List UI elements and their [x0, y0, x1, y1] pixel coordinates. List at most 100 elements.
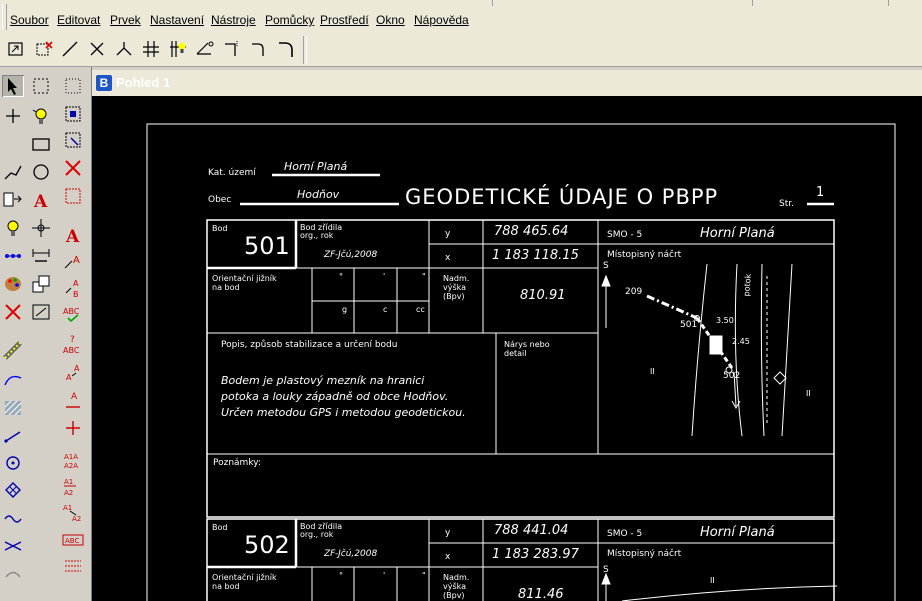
place-cell-icon[interactable]	[2, 188, 24, 210]
sketch-label: 502	[723, 371, 741, 381]
text-change-icon[interactable]: AA	[62, 361, 84, 383]
menu-bar: Soubor Editovat Prvek Nastavení Nástroje…	[0, 0, 922, 35]
menu-pomucky[interactable]: Pomůcky	[265, 13, 314, 27]
ruler-icon[interactable]	[2, 340, 24, 362]
text-step-icon[interactable]: AB	[62, 277, 84, 299]
text-underline-icon[interactable]: A1 A2	[62, 475, 84, 497]
menu-grip[interactable]	[2, 4, 7, 30]
menu-prostredi[interactable]: Prostředí	[320, 13, 369, 27]
palette-icon[interactable]	[2, 273, 24, 295]
delete-fence-icon[interactable]	[33, 38, 55, 60]
fence-dashed-icon[interactable]	[62, 185, 84, 207]
dotted-box-icon[interactable]	[62, 75, 84, 97]
angle-icon[interactable]	[194, 38, 216, 60]
svg-text:A: A	[33, 192, 48, 211]
delete-icon[interactable]	[2, 301, 24, 323]
menu-nastaveni[interactable]: Nastavení	[150, 13, 204, 27]
nakres-label: Nárys nebo	[504, 340, 550, 349]
target-icon[interactable]	[30, 217, 52, 239]
fence-delete-icon[interactable]	[62, 157, 84, 179]
tool-palette-text: A A AB ABC ? ABC AA A A1A A2A A1 A2 A1 A2 AB…	[56, 67, 92, 601]
measure-icon[interactable]	[30, 301, 52, 323]
north-label: S	[603, 565, 609, 575]
parallel-lines-icon[interactable]	[140, 38, 162, 60]
cross-icon[interactable]	[86, 38, 108, 60]
rounded-corner-icon[interactable]	[275, 38, 297, 60]
intersect-icon[interactable]	[2, 535, 24, 557]
line-segment-icon[interactable]	[2, 425, 24, 447]
light-bulb-icon[interactable]	[30, 105, 52, 127]
text-icon[interactable]: A	[62, 224, 84, 246]
min-symbol: '	[383, 571, 386, 580]
svg-text:A1: A1	[63, 504, 72, 512]
sketch-label: II	[710, 576, 715, 585]
fence-select-icon[interactable]	[62, 103, 84, 125]
edit-text-icon[interactable]: A	[62, 251, 84, 273]
sketch-label: 209	[625, 287, 643, 297]
text-query-icon[interactable]: ? ABC	[62, 333, 84, 355]
orient-label-2: na bod	[212, 283, 240, 292]
menu-soubor[interactable]: Soubor	[10, 13, 49, 27]
diamond-icon[interactable]	[2, 479, 24, 501]
arc-icon[interactable]	[2, 563, 24, 585]
copy-icon[interactable]	[30, 273, 52, 295]
nakres-label-2: detail	[504, 349, 527, 358]
wave-icon[interactable]	[2, 507, 24, 529]
text-a1a2-icon[interactable]: A1A A2A	[62, 449, 84, 471]
menu-prvek[interactable]: Prvek	[110, 13, 141, 27]
north-label: S	[603, 261, 609, 271]
hatch-icon[interactable]	[2, 397, 24, 419]
deg-symbol: °	[339, 571, 343, 580]
view-window-titlebar[interactable]: B Pohled 1	[92, 70, 922, 96]
menu-editovat[interactable]: Editovat	[57, 13, 100, 27]
select-arrow-icon[interactable]	[2, 75, 24, 97]
menu-nastroje[interactable]: Nástroje	[211, 13, 256, 27]
line-icon[interactable]	[59, 38, 81, 60]
c-symbol: c	[383, 305, 388, 314]
selection-box-icon[interactable]	[30, 75, 52, 97]
bod-number-502: 502	[244, 531, 290, 559]
branch-icon[interactable]	[113, 38, 135, 60]
drawing-canvas[interactable]: Kat. území Horní Planá Obec Hodňov GEODE…	[92, 96, 922, 601]
menu-okno[interactable]: Okno	[376, 13, 405, 27]
text-place-icon[interactable]	[62, 417, 84, 439]
multi-point-icon[interactable]	[2, 245, 24, 267]
dimension-icon[interactable]	[30, 245, 52, 267]
divider	[492, 0, 493, 6]
svg-text:ABC: ABC	[65, 537, 79, 545]
curve-icon[interactable]	[2, 369, 24, 391]
svg-text:ABC: ABC	[63, 346, 80, 355]
circle-target-icon[interactable]	[2, 452, 24, 474]
text-a-icon[interactable]: A	[30, 189, 52, 211]
spell-check-icon[interactable]: ABC	[62, 303, 84, 325]
svg-text:A2: A2	[72, 515, 81, 523]
orient-label-2: na bod	[212, 582, 240, 591]
menu-napoveda[interactable]: Nápověda	[414, 13, 469, 27]
vyska-label-3: (Bpv)	[443, 292, 465, 301]
rectangle-icon[interactable]	[30, 133, 52, 155]
kat-uzemi-label: Kat. území	[208, 168, 256, 178]
fence-icon[interactable]	[5, 38, 27, 60]
svg-text:A: A	[74, 364, 80, 373]
text-a1-a2-icon[interactable]: A1 A2	[62, 501, 84, 523]
x-label: x	[445, 253, 451, 263]
parallel-bulb-icon[interactable]	[167, 38, 189, 60]
y-value-502: 788 441.04	[494, 523, 569, 538]
point-icon[interactable]	[2, 105, 24, 127]
bulb-icon[interactable]	[2, 217, 24, 239]
svg-text:A2A: A2A	[64, 462, 78, 470]
circle-icon[interactable]	[30, 161, 52, 183]
org-rok-label: org., rok	[300, 231, 334, 240]
cc-symbol: cc	[416, 305, 425, 314]
text-lines-icon[interactable]	[62, 555, 84, 577]
svg-text:?: ?	[70, 335, 75, 345]
popis-line-1: Bodem je plastový mezník na hranici	[221, 374, 425, 387]
corner-icon[interactable]	[221, 38, 243, 60]
line-string-icon[interactable]	[2, 161, 24, 183]
text-abc-icon[interactable]: ABC	[62, 529, 84, 551]
mistopis-label: Místopisný náčrt	[607, 549, 682, 559]
text-node-icon[interactable]: A	[62, 389, 84, 411]
fence-clip-icon[interactable]	[62, 129, 84, 151]
sketch-label: II	[806, 389, 811, 398]
arc-corner-icon[interactable]	[248, 38, 270, 60]
